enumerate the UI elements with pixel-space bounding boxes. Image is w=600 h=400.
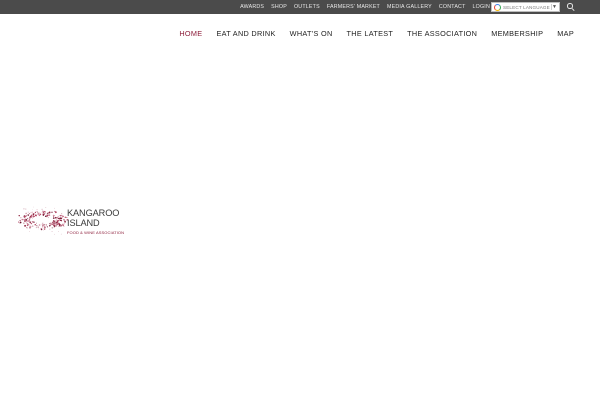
logo-title-line1: KANGAROO (67, 208, 120, 218)
nav-item-membership[interactable]: MEMBERSHIP (491, 28, 543, 40)
top-link-awards[interactable]: AWARDS (240, 0, 264, 14)
page: AWARDS SHOP OUTLETS FARMERS' MARKET MEDI… (0, 0, 600, 400)
nav-item-the-latest[interactable]: THE LATEST (347, 28, 394, 40)
island-dots-icon (18, 206, 68, 235)
logo-subtitle: FOOD & WINE ASSOCIATION (67, 230, 125, 235)
top-link-login[interactable]: LOGIN (473, 0, 490, 14)
language-select[interactable]: SELECT LANGUAGE ▼ (491, 2, 560, 12)
top-link-outlets[interactable]: OUTLETS (294, 0, 320, 14)
logo-title-line2: ISLAND (67, 218, 100, 228)
top-link-media-gallery[interactable]: MEDIA GALLERY (387, 0, 432, 14)
nav-item-whats-on[interactable]: WHAT'S ON (290, 28, 333, 40)
google-icon (494, 3, 501, 11)
nav-item-map[interactable]: MAP (557, 28, 574, 40)
language-select-label: SELECT LANGUAGE (503, 4, 550, 10)
nav-item-the-association[interactable]: THE ASSOCIATION (407, 28, 477, 40)
top-links: AWARDS SHOP OUTLETS FARMERS' MARKET MEDI… (233, 0, 490, 14)
site-logo[interactable]: KANGAROO ISLAND FOOD & WINE ASSOCIATION (18, 205, 134, 237)
main-nav: HOME EAT AND DRINK WHAT'S ON THE LATEST … (165, 28, 574, 40)
top-utility-bar: AWARDS SHOP OUTLETS FARMERS' MARKET MEDI… (0, 0, 600, 14)
nav-item-home[interactable]: HOME (179, 28, 202, 40)
top-link-farmers-market[interactable]: FARMERS' MARKET (327, 0, 380, 14)
nav-item-eat-and-drink[interactable]: EAT AND DRINK (216, 28, 275, 40)
top-link-shop[interactable]: SHOP (271, 0, 287, 14)
top-link-contact[interactable]: CONTACT (439, 0, 466, 14)
search-icon[interactable] (567, 3, 575, 12)
dropdown-arrow-icon: ▼ (552, 4, 557, 10)
